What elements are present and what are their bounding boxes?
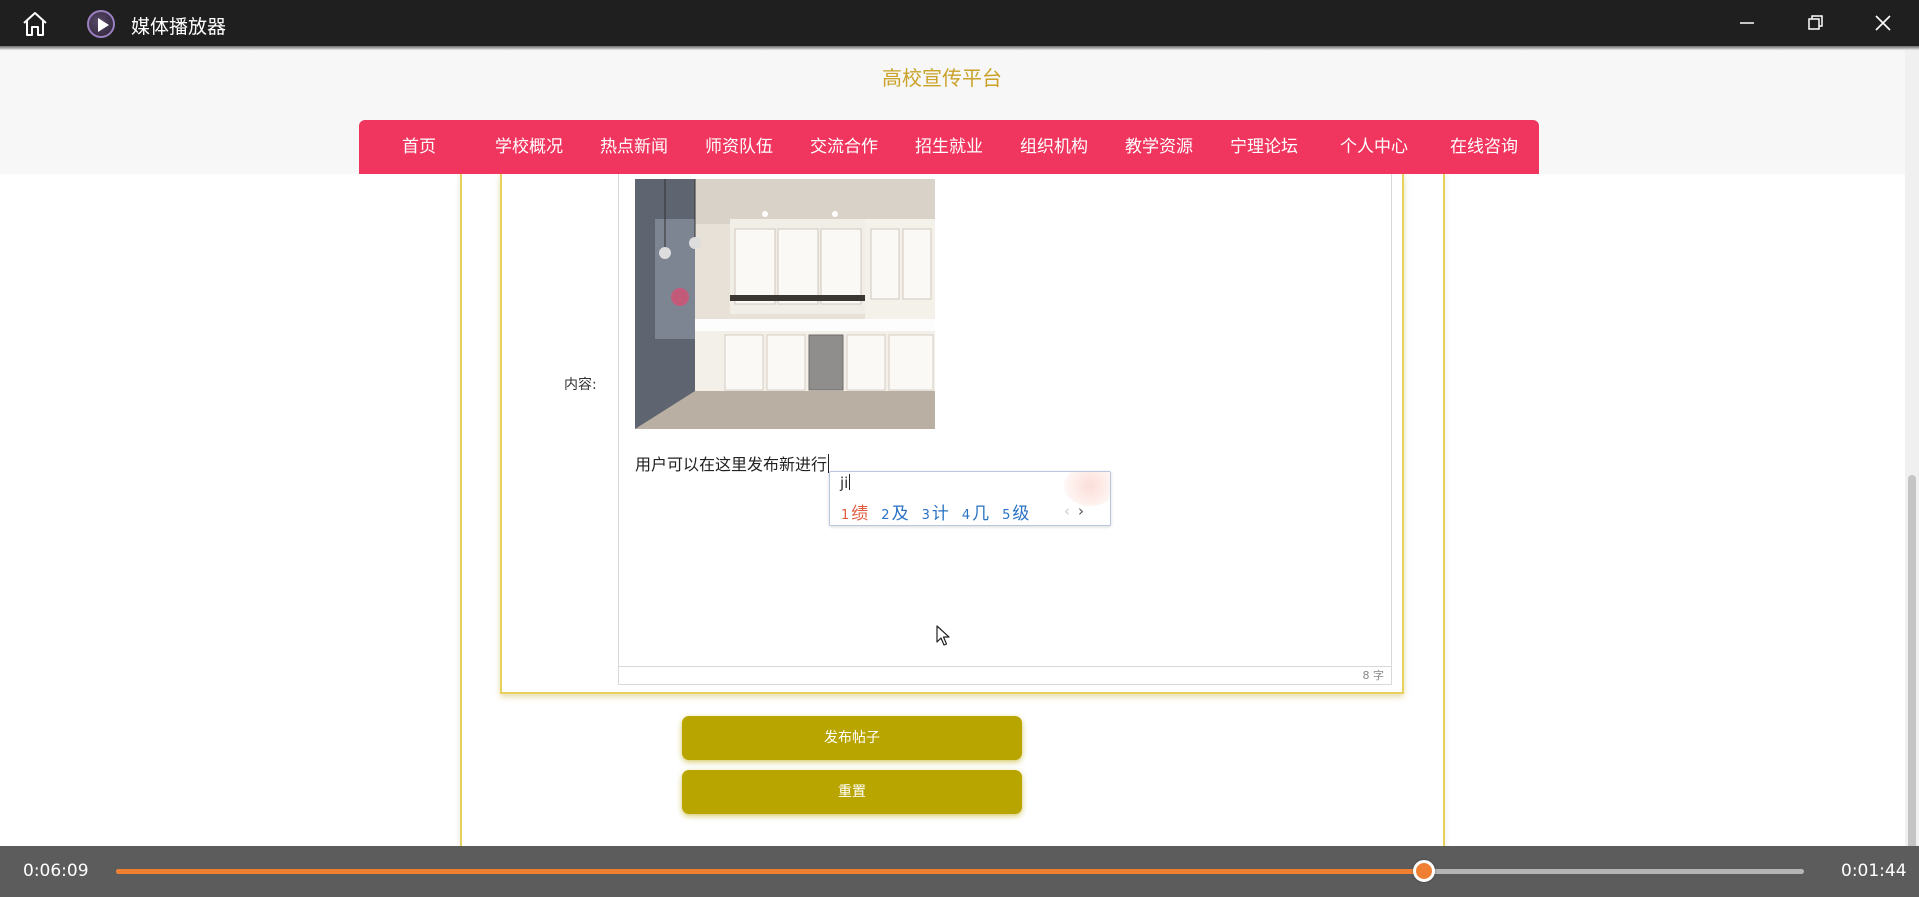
ime-candidate-number: 5 — [1002, 508, 1011, 523]
title-bar: 媒体播放器 — [0, 0, 1919, 46]
ime-candidate-char: 级 — [1012, 504, 1030, 524]
ime-candidate-number: 2 — [881, 508, 890, 523]
media-player-bar: 0:06:09 0:01:44 — [0, 846, 1919, 897]
total-time: 0:01:44 — [1841, 861, 1907, 881]
close-button[interactable] — [1849, 0, 1917, 46]
nav-item-admissions[interactable]: 招生就业 — [899, 120, 999, 174]
ime-candidate[interactable]: 1绩 — [841, 499, 868, 524]
ime-candidate-number: 3 — [921, 508, 930, 523]
ime-candidates: 1绩 2及 3计 4几 5级 — [841, 499, 1042, 524]
progress-fill — [116, 869, 1425, 874]
ime-composition: ji — [840, 474, 851, 492]
page-scrollbar[interactable] — [1905, 50, 1919, 895]
ime-candidate-number: 1 — [841, 508, 850, 523]
publish-button[interactable]: 发布帖子 — [682, 716, 1022, 760]
site-title: 高校宣传平台 — [882, 66, 1002, 90]
minimize-icon — [1740, 22, 1754, 24]
nav-item-home[interactable]: 首页 — [359, 120, 479, 174]
kitchen-image — [635, 179, 935, 429]
ime-next-page-icon[interactable]: › — [1078, 502, 1084, 520]
scrollbar-thumb[interactable] — [1908, 475, 1916, 895]
progress-track[interactable] — [116, 869, 1804, 874]
nav-item-exchange[interactable]: 交流合作 — [789, 120, 899, 174]
reset-button[interactable]: 重置 — [682, 770, 1022, 814]
minimize-button[interactable] — [1713, 0, 1781, 46]
ime-candidate[interactable]: 3计 — [922, 499, 949, 524]
app-logo-icon — [87, 10, 115, 38]
restore-button[interactable] — [1781, 0, 1849, 46]
ime-caret — [849, 474, 851, 490]
nav-item-forum[interactable]: 宁理论坛 — [1209, 120, 1319, 174]
nav-item-online-consult[interactable]: 在线咨询 — [1429, 120, 1539, 174]
ime-decoration — [1064, 472, 1110, 506]
site-header: 高校宣传平台 首页 学校概况 热点新闻 师资队伍 交流合作 招生就业 组织机构 … — [0, 50, 1919, 174]
ime-candidate[interactable]: 2及 — [881, 499, 908, 524]
ime-candidate-number: 4 — [961, 508, 971, 523]
close-icon — [1875, 15, 1891, 31]
word-count: 8 字 — [618, 666, 1392, 685]
nav-item-school-overview[interactable]: 学校概况 — [479, 120, 579, 174]
nav-item-faculty[interactable]: 师资队伍 — [689, 120, 789, 174]
ime-pinyin: ji — [840, 474, 849, 492]
progress-thumb[interactable] — [1413, 860, 1436, 882]
ime-candidate[interactable]: 5级 — [1002, 499, 1029, 524]
ime-candidate-char: 计 — [931, 504, 949, 524]
editor-text-line: 用户可以在这里发布新进行 — [635, 451, 830, 475]
restore-icon — [1808, 15, 1823, 30]
main-nav: 首页 学校概况 热点新闻 师资队伍 交流合作 招生就业 组织机构 教学资源 宁理… — [359, 120, 1539, 174]
editor-text: 用户可以在这里发布新进行 — [635, 455, 828, 474]
nav-item-teaching-resources[interactable]: 教学资源 — [1109, 120, 1209, 174]
window-title: 媒体播放器 — [131, 16, 227, 38]
text-caret — [828, 454, 830, 473]
home-icon[interactable] — [20, 10, 50, 38]
ime-candidate[interactable]: 4几 — [962, 499, 989, 524]
mouse-cursor-icon — [936, 625, 952, 651]
ime-candidate-char: 绩 — [851, 504, 869, 524]
content-label: 内容: — [564, 377, 597, 393]
ime-prev-page-icon[interactable]: ‹ — [1064, 502, 1070, 520]
ime-candidate-char: 及 — [891, 504, 909, 524]
current-time: 0:06:09 — [23, 861, 89, 881]
nav-item-hot-news[interactable]: 热点新闻 — [579, 120, 689, 174]
ime-candidate-char: 几 — [972, 504, 990, 524]
nav-item-personal-center[interactable]: 个人中心 — [1319, 120, 1429, 174]
ime-candidate-window: ji 1绩 2及 3计 4几 5级 ‹ › — [829, 471, 1111, 526]
nav-item-organization[interactable]: 组织机构 — [999, 120, 1109, 174]
